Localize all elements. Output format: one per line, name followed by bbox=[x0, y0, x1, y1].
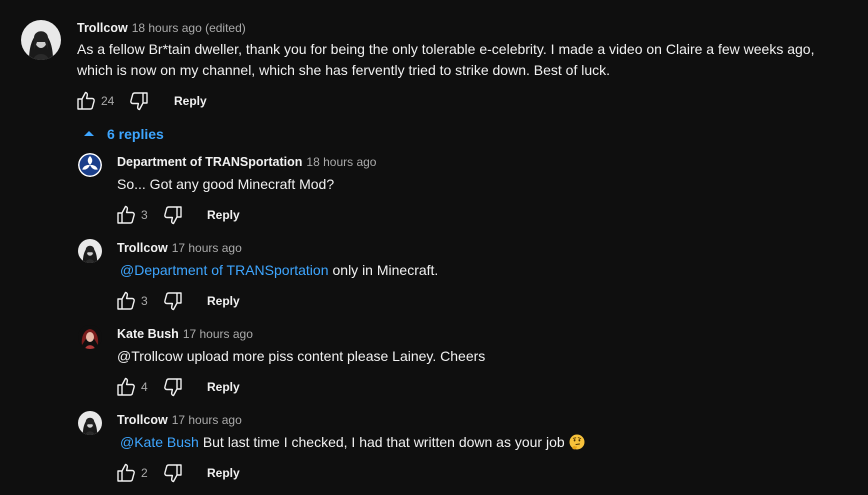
reply-timestamp[interactable]: 17 hours ago bbox=[183, 327, 253, 341]
reply-header: Trollcow 17 hours ago bbox=[117, 240, 242, 256]
reply-text: So... Got any good Minecraft Mod? bbox=[117, 174, 334, 195]
reply-button[interactable]: Reply bbox=[207, 293, 240, 309]
reply-actions: 3 Reply bbox=[114, 289, 254, 313]
like-icon[interactable] bbox=[114, 461, 138, 485]
comment-header: Trollcow 18 hours ago (edited) bbox=[77, 20, 246, 36]
dislike-icon[interactable] bbox=[161, 375, 185, 399]
reply-author[interactable]: Trollcow bbox=[117, 241, 168, 255]
reply-header: Trollcow 17 hours ago bbox=[117, 412, 242, 428]
reply-text: @Kate Bush But last time I checked, I had… bbox=[117, 432, 585, 453]
reply-timestamp[interactable]: 18 hours ago bbox=[306, 155, 376, 169]
kate-bush-avatar[interactable] bbox=[78, 325, 102, 349]
dot-logo-avatar[interactable] bbox=[78, 153, 102, 177]
trollcow-avatar[interactable] bbox=[78, 411, 102, 435]
reply-author[interactable]: Kate Bush bbox=[117, 327, 179, 341]
reply-button[interactable]: Reply bbox=[174, 93, 207, 109]
like-count: 3 bbox=[141, 208, 148, 222]
like-count: 2 bbox=[141, 466, 148, 480]
reply-body: So... Got any good Minecraft Mod? bbox=[117, 176, 335, 192]
dislike-icon[interactable] bbox=[161, 289, 185, 313]
like-icon[interactable] bbox=[114, 289, 138, 313]
like-count: 4 bbox=[141, 380, 148, 394]
reply-author[interactable]: Trollcow bbox=[117, 413, 168, 427]
reply-body: @Trollcow upload more piss content pleas… bbox=[117, 348, 486, 364]
reply-button[interactable]: Reply bbox=[207, 207, 240, 223]
reply-header: Department of TRANSportation 18 hours ago bbox=[117, 154, 376, 170]
reply-button[interactable]: Reply bbox=[207, 465, 240, 481]
reply-actions: 3 Reply bbox=[114, 203, 254, 227]
dislike-icon[interactable] bbox=[161, 203, 185, 227]
reply-author[interactable]: Department of TRANSportation bbox=[117, 155, 302, 169]
reply-timestamp[interactable]: 17 hours ago bbox=[172, 413, 242, 427]
trollcow-avatar[interactable] bbox=[21, 20, 61, 60]
reply-actions: 2 Reply bbox=[114, 461, 254, 485]
like-icon[interactable] bbox=[114, 203, 138, 227]
replies-count-label: 6 replies bbox=[107, 126, 164, 142]
reply-button[interactable]: Reply bbox=[207, 379, 240, 395]
dislike-icon[interactable] bbox=[161, 461, 185, 485]
reply-actions: 4 Reply bbox=[114, 375, 254, 399]
comment-timestamp[interactable]: 18 hours ago (edited) bbox=[132, 21, 246, 35]
trollcow-avatar[interactable] bbox=[78, 239, 102, 263]
comment-text-line-2: which is now on my channel, which she ha… bbox=[77, 62, 611, 78]
dislike-icon[interactable] bbox=[127, 89, 151, 113]
comment-author[interactable]: Trollcow bbox=[77, 21, 128, 35]
reply-text: @Department of TRANSportation only in Min… bbox=[117, 260, 438, 281]
reply-header: Kate Bush 17 hours ago bbox=[117, 326, 253, 342]
like-icon[interactable] bbox=[74, 89, 98, 113]
reply-body: But last time I checked, I had that writ… bbox=[202, 434, 565, 450]
comment-text-line-1: As a fellow Br*tain dweller, thank you f… bbox=[77, 41, 815, 57]
thinking-face-emoji-icon bbox=[569, 434, 585, 450]
mention-link[interactable]: @Kate Bush bbox=[120, 434, 199, 450]
reply-text: @Trollcow upload more piss content pleas… bbox=[117, 346, 485, 367]
caret-up-icon bbox=[84, 131, 94, 136]
reply-body: only in Minecraft. bbox=[332, 262, 439, 278]
like-icon[interactable] bbox=[114, 375, 138, 399]
mention-link[interactable]: @Department of TRANSportation bbox=[120, 262, 329, 278]
like-count: 3 bbox=[141, 294, 148, 308]
comment-actions: 24 Reply bbox=[74, 89, 214, 113]
like-count: 24 bbox=[101, 94, 115, 108]
reply-timestamp[interactable]: 17 hours ago bbox=[172, 241, 242, 255]
